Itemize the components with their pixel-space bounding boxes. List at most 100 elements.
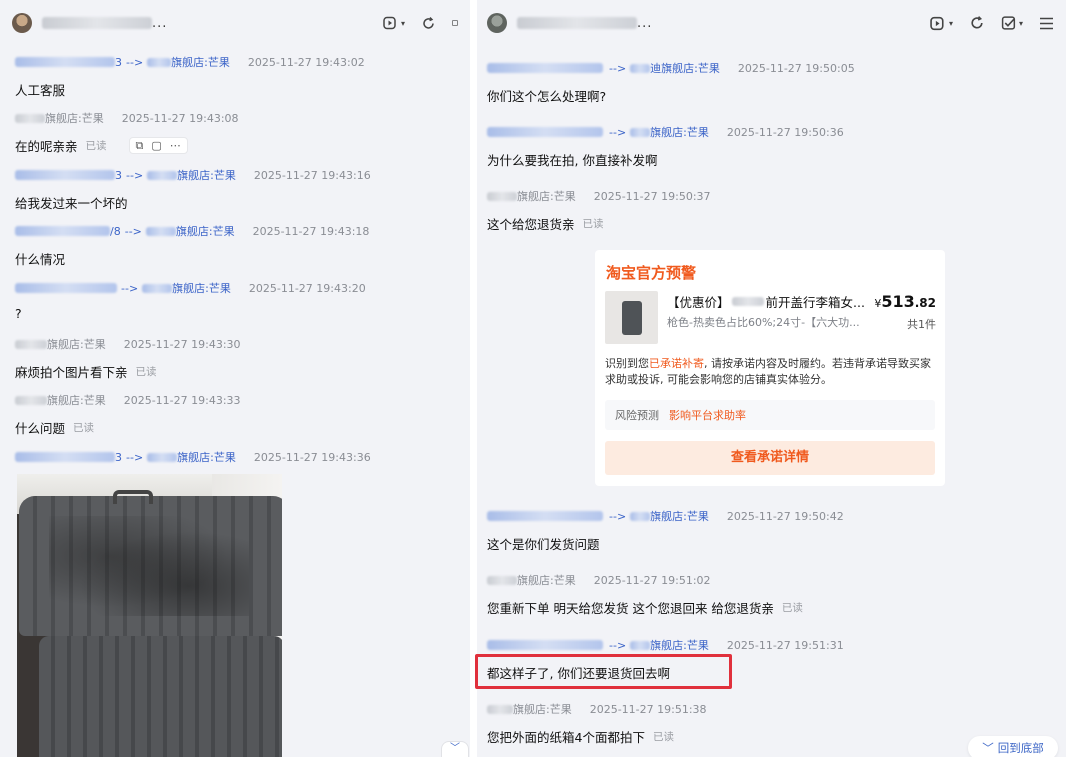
copy-icon[interactable]: ⧉ <box>136 139 144 153</box>
message-text: 您把外面的纸箱4个面都拍下 <box>487 730 645 745</box>
read-status: 已读 <box>85 140 107 152</box>
read-status: 已读 <box>135 366 157 378</box>
chat-message: 旗舰店:芒果 2025-11-27 19:51:38 您把外面的纸箱4个面都拍下… <box>487 701 707 746</box>
arrow: --> <box>126 450 144 464</box>
chat-header: ... ▾ <box>0 0 470 46</box>
scroll-down-button[interactable]: ﹀ <box>441 741 469 757</box>
sender-name[interactable]: 旗舰店:芒果 <box>15 392 106 408</box>
refresh-icon <box>423 16 434 29</box>
timestamp: 2025-11-27 19:43:36 <box>253 450 371 464</box>
risk-prediction: 风险预测 影响平台求助率 <box>605 400 935 430</box>
message-text: 麻烦拍个图片看下亲 <box>15 365 128 380</box>
timestamp: 2025-11-27 19:50:42 <box>726 509 844 523</box>
sender-name[interactable]: /8 --> 旗舰店:芒果 <box>15 223 235 239</box>
message-text: 给我发过来一个坏的 <box>15 196 128 211</box>
clipped-tool-button[interactable] <box>452 16 458 30</box>
sender-name[interactable]: 3 --> 旗舰店:芒果 <box>15 54 230 70</box>
redacted-sender <box>15 283 117 293</box>
chat-title: ... <box>42 16 167 31</box>
redacted-sender <box>15 170 115 180</box>
panel-divider <box>470 0 477 757</box>
redacted-shop <box>147 452 178 462</box>
refresh-button[interactable] <box>969 15 985 31</box>
damaged-suitcase-photo[interactable] <box>17 474 282 757</box>
message-text: 这个给您退货亲 <box>487 217 575 232</box>
receiver-name: 旗舰店:芒果 <box>171 56 230 69</box>
sender-name[interactable]: --> 旗舰店:芒果 <box>487 637 709 653</box>
product-thumbnail[interactable] <box>605 291 658 344</box>
sender-id: 3 <box>115 168 122 182</box>
message-text: 什么情况 <box>15 252 66 267</box>
redacted-sender <box>15 226 110 236</box>
message-text: 这个是你们发货问题 <box>487 537 600 552</box>
sender-name[interactable]: 旗舰店:芒果 <box>487 188 576 204</box>
receiver-name: 旗舰店:芒果 <box>175 225 235 238</box>
sender-name[interactable]: 旗舰店:芒果 <box>15 110 104 126</box>
sender-name[interactable]: --> 旗舰店:芒果 <box>487 508 709 524</box>
product-sku: 枪色-热卖色占比60%;24寸-【六大功... <box>667 316 860 329</box>
chevron-down-icon: ﹀ <box>982 741 994 755</box>
chevron-down-icon: ▾ <box>1018 18 1023 28</box>
sender-id: 3 <box>115 55 122 69</box>
arrow: --> <box>609 125 627 139</box>
suitcase-top <box>19 496 282 636</box>
receiver-name: 旗舰店:芒果 <box>650 126 709 139</box>
sender-label: 旗舰店:芒果 <box>517 190 576 203</box>
more-icon[interactable]: ⋯ <box>170 139 181 152</box>
receiver-name: 旗舰店:芒果 <box>177 451 236 464</box>
arrow: --> <box>126 168 144 182</box>
message-text: 您重新下单 明天给您发货 这个您退回来 给您退货亲 <box>487 601 774 616</box>
timestamp: 2025-11-27 19:50:05 <box>737 61 855 75</box>
avatar[interactable] <box>487 13 507 33</box>
redacted-sender <box>487 640 603 650</box>
header-tools: ▾ ▾ <box>930 15 1054 31</box>
sender-name[interactable]: --> 旗舰店:芒果 <box>487 124 709 140</box>
sender-name[interactable]: 3 --> 旗舰店:芒果 <box>15 449 236 465</box>
sender-name[interactable]: --> 迪旗舰店:芒果 <box>487 60 720 76</box>
chat-panel-right: ... ▾ ▾ --> 迪旗舰店:芒果 2025-11-27 19:50:05 … <box>477 0 1066 757</box>
chat-message: --> 旗舰店:芒果 2025-11-27 19:50:42 这个是你们发货问题 <box>487 508 844 553</box>
avatar[interactable] <box>12 13 32 33</box>
read-status: 已读 <box>582 218 604 230</box>
sender-name[interactable]: 旗舰店:芒果 <box>487 701 572 717</box>
timestamp: 2025-11-27 19:50:36 <box>726 125 844 139</box>
chat-message: 旗舰店:芒果 2025-11-27 19:43:08 在的呢亲亲 已读 ⧉ ▢ … <box>15 110 239 155</box>
sender-name[interactable]: 旗舰店:芒果 <box>15 336 106 352</box>
redacted-sender <box>487 511 603 521</box>
timestamp: 2025-11-27 19:50:37 <box>593 189 711 203</box>
sender-name[interactable]: 旗舰店:芒果 <box>487 572 576 588</box>
redacted-shop <box>147 57 172 67</box>
quote-icon[interactable]: ▢ <box>151 139 161 152</box>
price-dec: .82 <box>914 296 936 310</box>
check-box-icon <box>452 20 458 26</box>
chat-message: --> 旗舰店:芒果 2025-11-27 19:43:20 ? <box>15 280 366 321</box>
chat-message: 旗舰店:芒果 2025-11-27 19:50:37 这个给您退货亲 已读 <box>487 188 711 233</box>
sender-name[interactable]: 3 --> 旗舰店:芒果 <box>15 167 236 183</box>
view-commitment-button[interactable]: 查看承诺详情 <box>605 441 935 475</box>
chevron-down-icon: ﹀ <box>450 743 460 754</box>
arrow: --> <box>609 509 627 523</box>
back-to-bottom-button[interactable]: ﹀ 回到底部 <box>968 736 1058 757</box>
redacted-shop <box>487 704 513 714</box>
sender-name[interactable]: --> 旗舰店:芒果 <box>15 280 231 296</box>
refresh-button[interactable] <box>421 16 436 31</box>
video-call-button[interactable]: ▾ <box>930 16 953 31</box>
video-call-button[interactable]: ▾ <box>383 16 405 30</box>
product-price: ¥513.82 <box>874 292 936 311</box>
message-text: 为什么要我在拍, 你直接补发啊 <box>487 153 658 168</box>
chat-message: 旗舰店:芒果 2025-11-27 19:43:30 麻烦拍个图片看下亲 已读 <box>15 336 241 381</box>
product-title[interactable]: 【优惠价】 前开盖行李箱女... <box>667 292 865 311</box>
chat-message: --> 迪旗舰店:芒果 2025-11-27 19:50:05 你们这个怎么处理… <box>487 60 855 105</box>
menu-button[interactable] <box>1039 17 1054 30</box>
message-text: 什么问题 <box>15 421 66 436</box>
redacted-shop <box>487 191 517 201</box>
chat-message: 3 --> 旗舰店:芒果 2025-11-27 19:43:16 给我发过来一个… <box>15 167 371 212</box>
product-prefix: 【优惠价】 <box>667 295 730 310</box>
chat-message: 旗舰店:芒果 2025-11-27 19:51:02 您重新下单 明天给您发货 … <box>487 572 803 617</box>
task-button[interactable]: ▾ <box>1001 15 1023 31</box>
chat-message: --> 旗舰店:芒果 2025-11-27 19:50:36 为什么要我在拍, … <box>487 124 844 169</box>
redacted-sender <box>15 57 115 67</box>
chat-panel-left: ... ▾ 3 --> 旗舰店:芒果 2025-11-27 19:43:02 人… <box>0 0 470 757</box>
redacted-shop <box>630 127 651 137</box>
refresh-icon <box>971 16 983 29</box>
